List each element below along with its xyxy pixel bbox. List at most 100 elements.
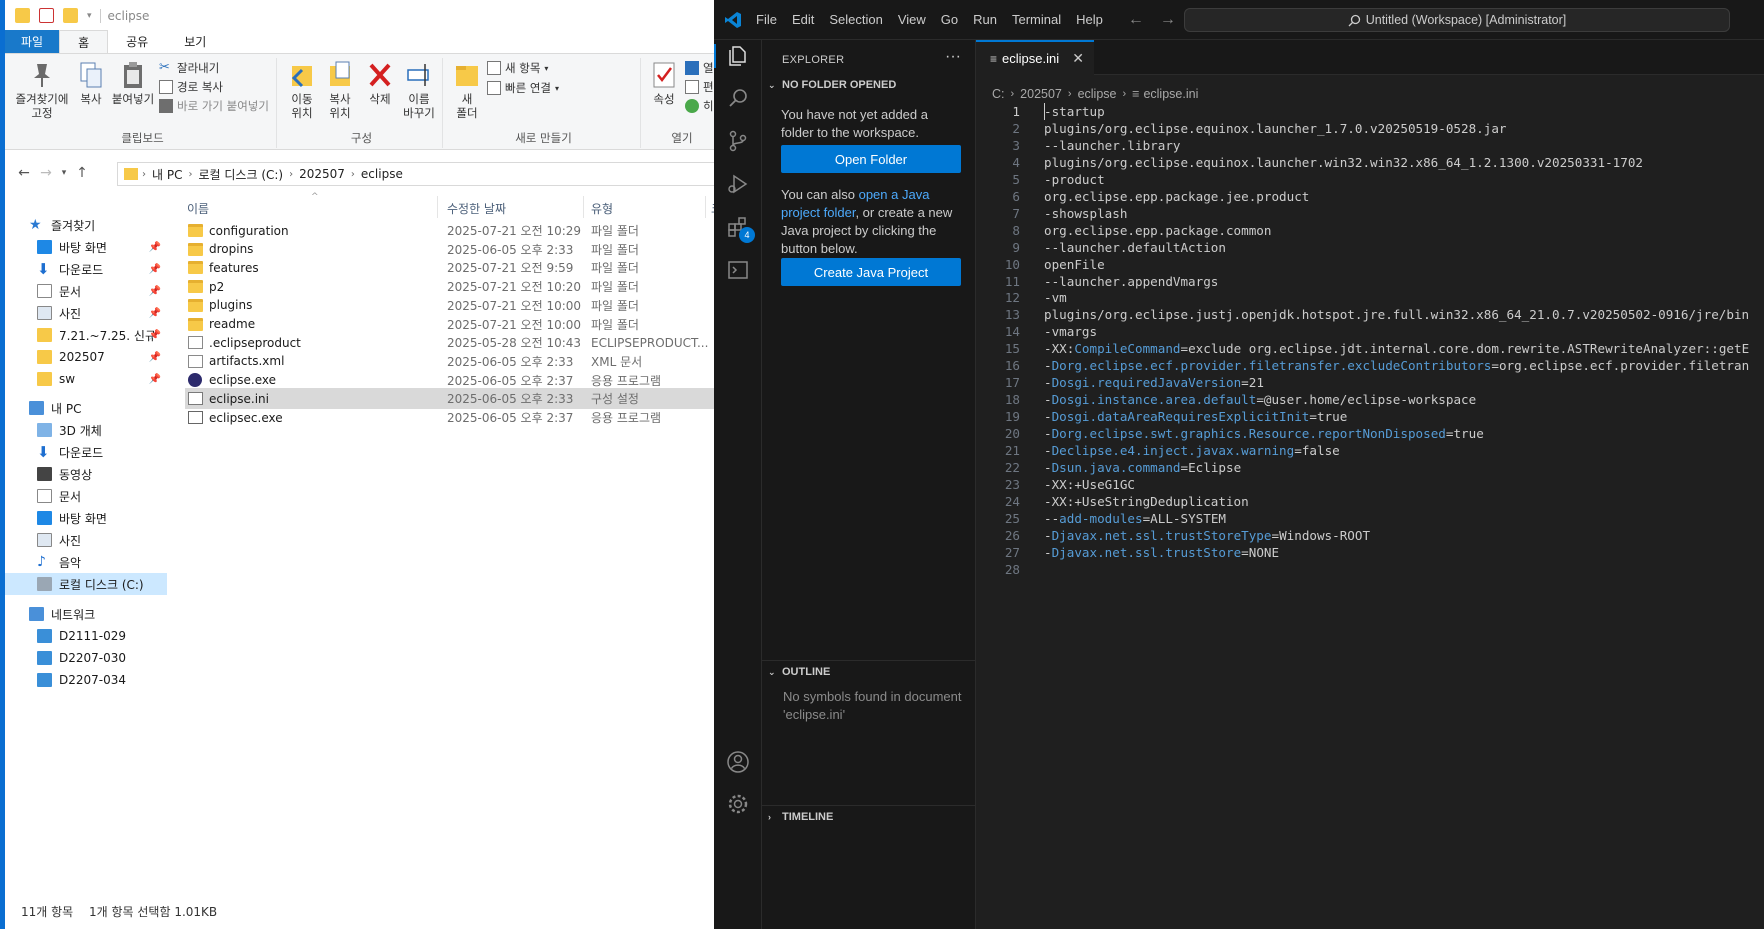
menu-terminal[interactable]: Terminal bbox=[1012, 12, 1061, 27]
search-icon[interactable] bbox=[726, 86, 750, 110]
nav-music[interactable]: ♪ 음악 bbox=[5, 551, 167, 573]
pin-quick-access-button[interactable]: 즐겨찾기에 고정 bbox=[11, 60, 73, 120]
nav-folder-7-21[interactable]: 7.21.~7.25. 신규 📌 bbox=[5, 324, 167, 346]
nav-quick-access[interactable]: ★ 즐겨찾기 bbox=[5, 214, 167, 236]
quick-access-dropdown-icon[interactable]: ▾ bbox=[87, 11, 92, 21]
code-editor[interactable]: 1 -startup 2 plugins/org.eclipse.equinox.la… bbox=[976, 102, 1764, 902]
nav-videos[interactable]: 동영상 bbox=[5, 463, 167, 485]
file-row[interactable]: eclipsec.exe 2025-06-05 오후 2:37 응용 프로그램 bbox=[185, 407, 714, 428]
file-icon bbox=[188, 336, 203, 350]
properties-icon[interactable] bbox=[39, 8, 54, 23]
menu-help[interactable]: Help bbox=[1076, 12, 1103, 27]
open-button[interactable]: 열 bbox=[685, 58, 714, 78]
recent-locations-chevron-icon[interactable]: ▾ bbox=[57, 168, 71, 178]
paste-button[interactable]: 붙여넣기 bbox=[109, 60, 157, 106]
nav-folder-sw[interactable]: sw 📌 bbox=[5, 368, 167, 390]
tab-file[interactable]: 파일 bbox=[5, 30, 60, 53]
menu-view[interactable]: View bbox=[898, 12, 926, 27]
tab-view[interactable]: 보기 bbox=[166, 30, 224, 53]
source-control-icon[interactable] bbox=[726, 129, 750, 153]
column-divider[interactable] bbox=[583, 196, 584, 218]
open-folder-button[interactable]: Open Folder bbox=[781, 145, 961, 173]
rename-button[interactable]: 이름 바꾸기 bbox=[399, 60, 439, 120]
edit-button[interactable]: 편 bbox=[685, 77, 714, 97]
create-java-project-button[interactable]: Create Java Project bbox=[781, 258, 961, 286]
column-name[interactable]: 이름 bbox=[187, 200, 209, 217]
copy-to-button[interactable]: 복사 위치 bbox=[321, 60, 359, 120]
nav-pc-documents[interactable]: 문서 bbox=[5, 485, 167, 507]
paste-shortcut-button[interactable]: 바로 가기 붙여넣기 bbox=[159, 96, 269, 116]
back-arrow-icon[interactable]: ← bbox=[13, 165, 35, 181]
nav-desktop[interactable]: 바탕 화면 📌 bbox=[5, 236, 167, 258]
forward-arrow-icon[interactable]: → bbox=[35, 165, 57, 181]
nav-this-pc[interactable]: 내 PC bbox=[5, 397, 167, 419]
nav-network-computer[interactable]: D2111-029 bbox=[5, 625, 167, 647]
code-value: =false bbox=[1294, 443, 1340, 458]
column-type[interactable]: 유형 bbox=[591, 200, 613, 217]
address-bar[interactable]: › 내 PC › 로컬 디스크 (C:) › 202507 › eclipse bbox=[117, 162, 714, 186]
nav-pc-pictures[interactable]: 사진 bbox=[5, 529, 167, 551]
new-item-button[interactable]: 새 항목 ▾ bbox=[487, 58, 548, 78]
no-folder-section-header[interactable]: ⌄ NO FOLDER OPENED bbox=[762, 74, 976, 96]
column-divider[interactable] bbox=[437, 196, 438, 218]
breadcrumb-folder[interactable]: eclipse bbox=[1078, 87, 1117, 101]
run-debug-icon[interactable] bbox=[726, 172, 750, 196]
easy-access-button[interactable]: 빠른 연결 ▾ bbox=[487, 78, 559, 98]
file-type: 파일 폴더 bbox=[591, 317, 639, 332]
menu-go[interactable]: Go bbox=[941, 12, 958, 27]
properties-button[interactable]: 속성 bbox=[649, 60, 679, 106]
more-actions-icon[interactable]: ··· bbox=[945, 48, 961, 66]
nav-3d-objects[interactable]: 3D 개체 bbox=[5, 419, 167, 441]
nav-folder-202507[interactable]: 202507 📌 bbox=[5, 346, 167, 368]
nav-pc-downloads[interactable]: ⬇ 다운로드 bbox=[5, 441, 167, 463]
breadcrumb-folder[interactable]: 202507 bbox=[1020, 87, 1062, 101]
gear-icon[interactable] bbox=[726, 792, 750, 816]
history-button[interactable]: 히 bbox=[685, 96, 714, 116]
breadcrumb-202507[interactable]: 202507 bbox=[299, 167, 345, 181]
code-line[interactable]: 28 bbox=[976, 560, 1764, 579]
breadcrumb-drive[interactable]: C: bbox=[992, 87, 1005, 101]
command-center[interactable]: Untitled (Workspace) [Administrator] bbox=[1184, 8, 1730, 32]
tab-home[interactable]: 홈 bbox=[59, 30, 109, 53]
move-to-button[interactable]: 이동 위치 bbox=[283, 60, 321, 120]
folder-icon bbox=[188, 280, 203, 294]
outline-section-header[interactable]: ⌄ OUTLINE bbox=[762, 661, 976, 683]
menu-selection[interactable]: Selection bbox=[829, 12, 882, 27]
line-text: -Dosgi.dataAreaRequiresExplicitInit=true bbox=[1044, 409, 1347, 424]
line-text: --launcher.library bbox=[1044, 138, 1180, 153]
new-folder-button[interactable]: 새 폴더 bbox=[451, 60, 483, 120]
nav-pc-desktop[interactable]: 바탕 화면 bbox=[5, 507, 167, 529]
account-icon[interactable] bbox=[726, 750, 750, 774]
breadcrumb-local-disk[interactable]: 로컬 디스크 (C:) bbox=[198, 166, 283, 183]
menu-edit[interactable]: Edit bbox=[792, 12, 814, 27]
back-arrow-icon[interactable]: ← bbox=[1128, 11, 1144, 29]
nav-network[interactable]: 네트워크 bbox=[5, 603, 167, 625]
breadcrumb-eclipse[interactable]: eclipse bbox=[361, 167, 403, 181]
explorer-files-icon[interactable] bbox=[714, 44, 762, 68]
nav-downloads[interactable]: ⬇ 다운로드 📌 bbox=[5, 258, 167, 280]
menu-file[interactable]: File bbox=[756, 12, 777, 27]
cut-button[interactable]: ✂ 잘라내기 bbox=[159, 58, 219, 78]
column-date[interactable]: 수정한 날짜 bbox=[447, 200, 506, 217]
copy-button[interactable]: 복사 bbox=[73, 60, 109, 106]
breadcrumb-this-pc[interactable]: 내 PC bbox=[152, 166, 182, 183]
timeline-section-header[interactable]: › TIMELINE bbox=[762, 806, 976, 828]
close-icon[interactable]: ✕ bbox=[1072, 50, 1084, 67]
tab-eclipse-ini[interactable]: ≡ eclipse.ini ✕ bbox=[976, 40, 1094, 75]
breadcrumb-file[interactable]: eclipse.ini bbox=[1143, 87, 1198, 101]
nav-network-computer[interactable]: D2207-030 bbox=[5, 647, 167, 669]
new-folder-icon[interactable] bbox=[63, 8, 78, 23]
nav-documents[interactable]: 문서 📌 bbox=[5, 280, 167, 302]
forward-arrow-icon[interactable]: → bbox=[1160, 11, 1176, 29]
remote-explorer-icon[interactable] bbox=[726, 258, 750, 282]
up-arrow-icon[interactable]: ↑ bbox=[71, 165, 93, 181]
nav-pictures[interactable]: 사진 📌 bbox=[5, 302, 167, 324]
copy-path-button[interactable]: 경로 복사 bbox=[159, 77, 223, 97]
column-divider[interactable] bbox=[705, 196, 706, 218]
menu-run[interactable]: Run bbox=[973, 12, 997, 27]
nav-network-computer[interactable]: D2207-034 bbox=[5, 669, 167, 691]
tab-share[interactable]: 공유 bbox=[108, 30, 166, 53]
delete-button[interactable]: 삭제 bbox=[363, 60, 397, 106]
nav-local-disk[interactable]: 로컬 디스크 (C:) bbox=[5, 573, 167, 595]
code-value: -startup bbox=[1044, 104, 1105, 119]
